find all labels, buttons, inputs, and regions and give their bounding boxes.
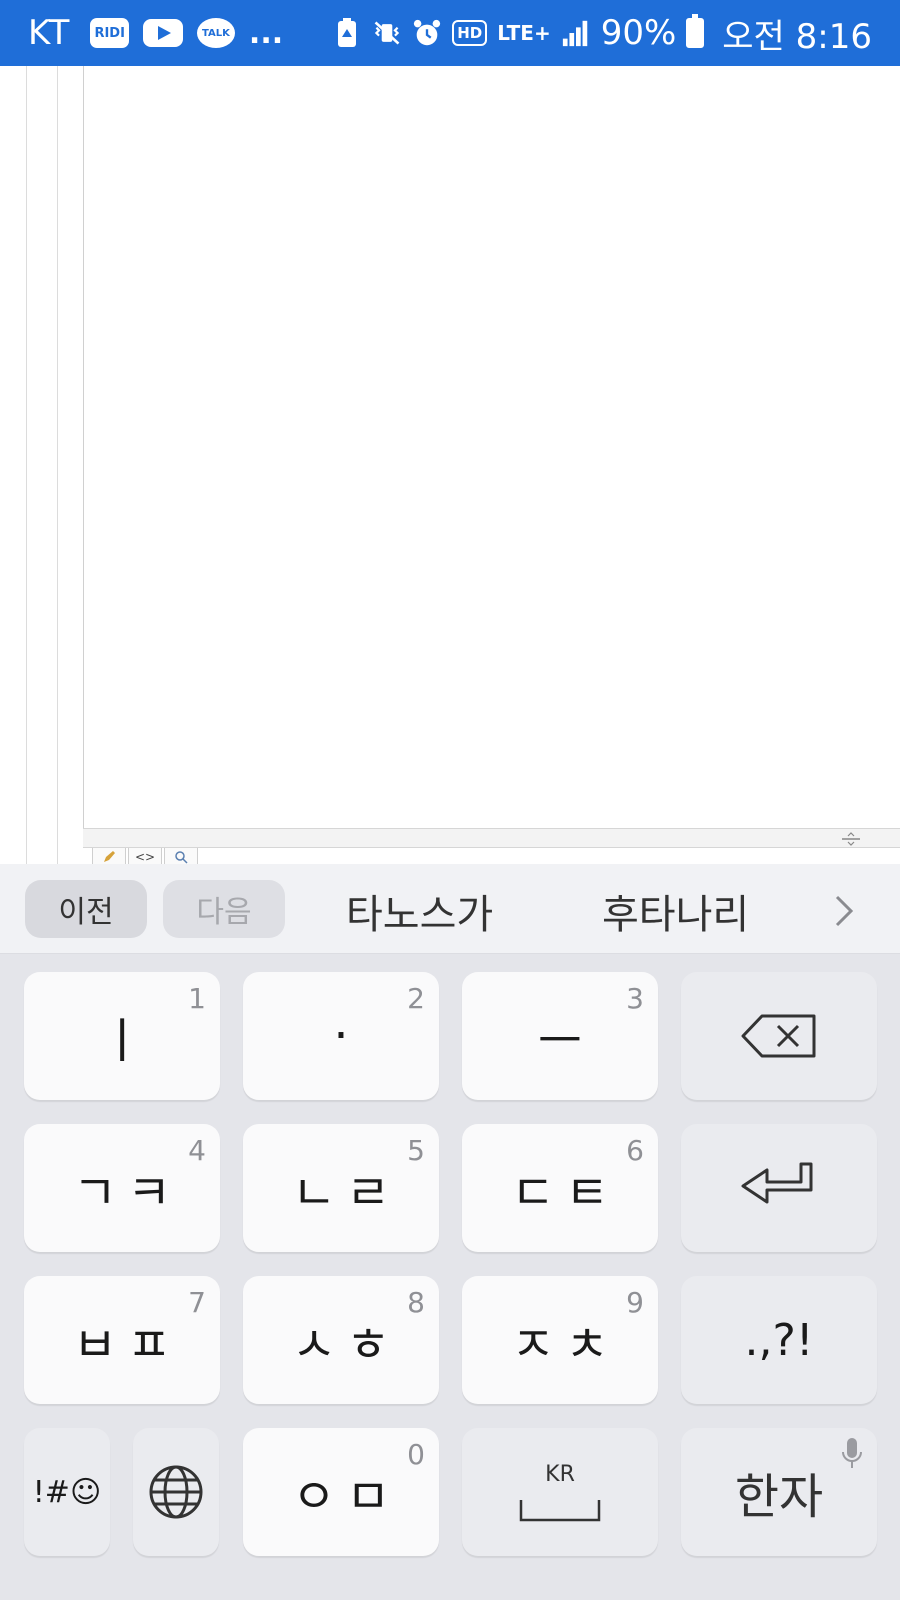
editor-text-area[interactable] bbox=[83, 66, 900, 828]
key-i[interactable]: ㅣ 1 bbox=[24, 972, 220, 1100]
globe-icon bbox=[149, 1465, 203, 1519]
pencil-icon bbox=[104, 850, 115, 862]
suggestions-expand-button[interactable] bbox=[833, 882, 855, 940]
key-number: 4 bbox=[188, 1134, 206, 1167]
key-label: ㅂㅍ bbox=[72, 1317, 182, 1373]
status-bar: KT RIDI TALK ... HD LTE+ 90% 오전 8:16 bbox=[0, 0, 900, 66]
key-label: 한자 bbox=[734, 1469, 824, 1525]
key-label: ㅈㅊ bbox=[510, 1317, 620, 1373]
key-label: ㅣ bbox=[99, 1013, 155, 1069]
vibrate-mute-icon bbox=[374, 21, 400, 45]
enter-key[interactable] bbox=[681, 1124, 877, 1252]
space-bar-icon bbox=[519, 1499, 601, 1521]
key-label: !#☺ bbox=[32, 1474, 102, 1510]
punctuation-key[interactable]: .,?! bbox=[681, 1276, 877, 1404]
key-number: 7 bbox=[188, 1286, 206, 1319]
magnifier-icon bbox=[175, 850, 188, 864]
microphone-icon bbox=[842, 1438, 862, 1468]
editor-resize-bar[interactable] bbox=[83, 828, 900, 848]
backspace-icon bbox=[741, 1014, 816, 1058]
hanja-key[interactable]: 한자 bbox=[681, 1428, 877, 1556]
prev-button[interactable]: 이전 bbox=[25, 880, 147, 938]
next-button[interactable]: 다음 bbox=[163, 880, 285, 938]
key-number: 2 bbox=[407, 982, 425, 1015]
key-d-t[interactable]: ㄷㅌ 6 bbox=[462, 1124, 658, 1252]
hd-voice-icon: HD bbox=[452, 20, 488, 46]
suggestion-word[interactable]: 타노스가 bbox=[346, 882, 493, 940]
status-left: KT RIDI TALK ... bbox=[28, 13, 283, 53]
phone-screen: KT RIDI TALK ... HD LTE+ 90% 오전 8:16 <> … bbox=[0, 0, 900, 1600]
key-number: 9 bbox=[626, 1286, 644, 1319]
key-n-r[interactable]: ㄴㄹ 5 bbox=[243, 1124, 439, 1252]
key-number: 0 bbox=[407, 1438, 425, 1471]
key-label: .,?! bbox=[744, 1314, 814, 1366]
key-j-ch[interactable]: ㅈㅊ 9 bbox=[462, 1276, 658, 1404]
kakaotalk-icon: TALK bbox=[196, 18, 235, 48]
editor-margin-line bbox=[26, 66, 27, 864]
symbols-key[interactable]: !#☺ bbox=[24, 1428, 110, 1556]
language-key[interactable] bbox=[133, 1428, 219, 1556]
clock: 오전 8:16 bbox=[722, 16, 872, 57]
key-eu[interactable]: ㅡ 3 bbox=[462, 972, 658, 1100]
key-number: 5 bbox=[407, 1134, 425, 1167]
youtube-icon bbox=[142, 19, 183, 47]
editor-mode-tabs: <> bbox=[92, 848, 198, 866]
signal-strength-icon bbox=[562, 20, 587, 47]
key-g-k[interactable]: ㄱㅋ 4 bbox=[24, 1124, 220, 1252]
space-key[interactable]: KR bbox=[462, 1428, 658, 1556]
battery-icon bbox=[686, 14, 705, 48]
key-label: ㅡ bbox=[537, 1013, 593, 1069]
key-b-p[interactable]: ㅂㅍ 7 bbox=[24, 1276, 220, 1404]
key-number: 3 bbox=[626, 982, 644, 1015]
key-o-m[interactable]: ㅇㅁ 0 bbox=[243, 1428, 439, 1556]
key-dot[interactable]: · 2 bbox=[243, 972, 439, 1100]
key-label: ㅇㅁ bbox=[291, 1469, 401, 1525]
keyboard: 이전 다음 타노스가 후타나리 ㅣ 1 · 2 ㅡ 3 ㄱㅋ 4 ㄴㄹ 5 ㄷㅌ… bbox=[0, 864, 900, 1600]
carrier-label: KT bbox=[28, 13, 71, 53]
chevron-right-icon bbox=[835, 895, 854, 927]
key-number: 8 bbox=[407, 1286, 425, 1319]
more-notifications-icon: ... bbox=[248, 15, 284, 51]
space-language-label: KR bbox=[545, 1461, 575, 1487]
key-label: · bbox=[333, 1008, 359, 1064]
ridi-icon: RIDI bbox=[90, 18, 129, 48]
key-label: ㄴㄹ bbox=[291, 1165, 401, 1221]
battery-percent: 90% bbox=[600, 13, 677, 53]
key-label: ㄱㅋ bbox=[72, 1165, 182, 1221]
suggestion-bar: 이전 다음 타노스가 후타나리 bbox=[0, 864, 900, 954]
status-right: HD LTE+ 90% 오전 8:16 bbox=[332, 9, 872, 58]
key-number: 1 bbox=[188, 982, 206, 1015]
alarm-icon bbox=[414, 19, 441, 46]
backspace-key[interactable] bbox=[681, 972, 877, 1100]
key-label: ㅅㅎ bbox=[291, 1317, 401, 1373]
battery-saver-icon bbox=[338, 18, 357, 47]
key-s-h[interactable]: ㅅㅎ 8 bbox=[243, 1276, 439, 1404]
enter-icon bbox=[741, 1162, 813, 1204]
resize-handle-icon[interactable] bbox=[840, 832, 862, 846]
editor-area: <> bbox=[0, 66, 900, 866]
suggestion-word[interactable]: 후타나리 bbox=[602, 882, 749, 940]
key-label: ㄷㅌ bbox=[510, 1165, 620, 1221]
key-number: 6 bbox=[626, 1134, 644, 1167]
editor-margin-line bbox=[57, 66, 58, 864]
lte-plus-icon: LTE+ bbox=[497, 21, 551, 45]
